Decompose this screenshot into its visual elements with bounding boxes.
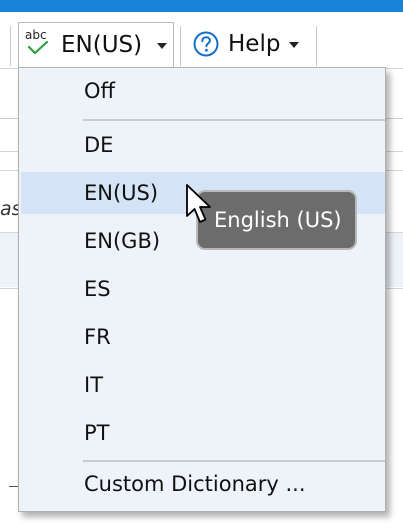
help-icon: [193, 31, 219, 57]
menu-item-off[interactable]: Off: [21, 68, 385, 114]
menu-separator: [83, 119, 385, 121]
spellcheck-icon: abc: [25, 29, 53, 55]
chevron-down-icon: [289, 42, 299, 48]
menu-item-es[interactable]: ES: [21, 266, 385, 312]
toolbar-separator: [10, 26, 11, 66]
chevron-down-icon: [157, 43, 167, 49]
mouse-pointer-icon: [186, 184, 211, 223]
menu-item-pt[interactable]: PT: [21, 410, 385, 456]
help-button[interactable]: Help: [188, 22, 312, 66]
tooltip: English (US): [196, 190, 357, 250]
toolbar: abc EN(US) Help: [0, 12, 403, 70]
toolbar-separator: [180, 26, 181, 66]
menu-item-de[interactable]: DE: [21, 122, 385, 168]
spelling-language-menu: Off DE EN(US) EN(GB) ES FR IT PT Custom …: [18, 67, 386, 512]
window-accent-strip: [0, 0, 403, 12]
menu-item-fr[interactable]: FR: [21, 314, 385, 360]
toolbar-separator: [316, 26, 317, 66]
menu-item-custom-dictionary[interactable]: Custom Dictionary ...: [21, 462, 385, 508]
tooltip-text: English (US): [214, 208, 342, 232]
help-label: Help: [228, 31, 281, 57]
spelling-language-button[interactable]: abc EN(US): [18, 22, 174, 70]
menu-item-it[interactable]: IT: [21, 362, 385, 408]
spelling-language-label: EN(US): [61, 32, 143, 58]
